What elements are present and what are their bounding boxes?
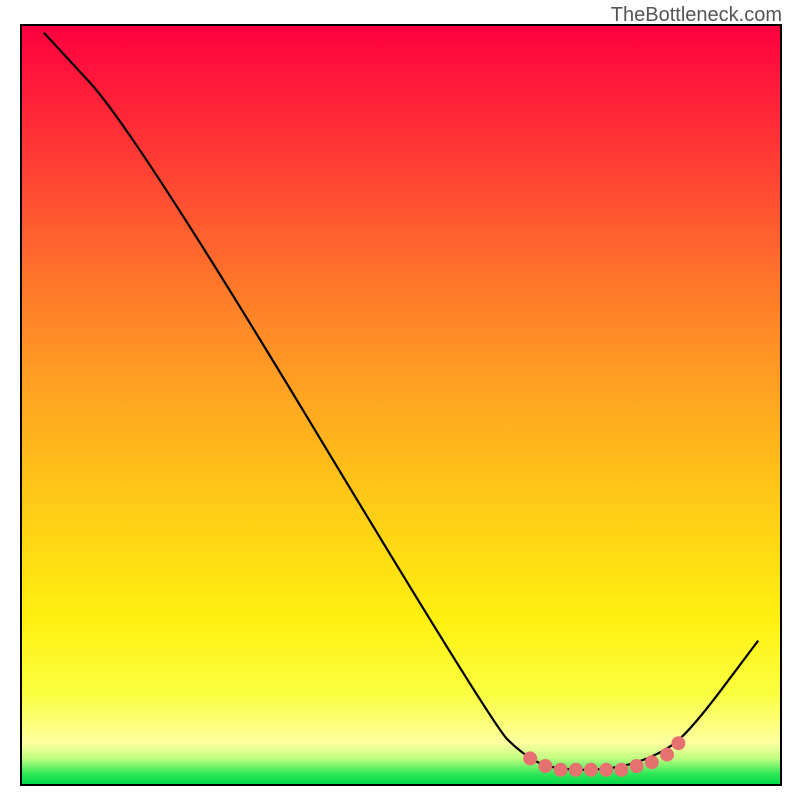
optimal-range-marker bbox=[645, 755, 659, 769]
chart-container: TheBottleneck.com bbox=[0, 0, 800, 800]
optimal-range-marker bbox=[569, 763, 583, 777]
optimal-range-marker bbox=[630, 759, 644, 773]
optimal-range-marker bbox=[554, 763, 568, 777]
optimal-range-marker bbox=[660, 748, 674, 762]
bottleneck-chart bbox=[0, 0, 800, 800]
optimal-range-marker bbox=[523, 751, 537, 765]
optimal-range-marker bbox=[599, 763, 613, 777]
optimal-range-marker bbox=[538, 759, 552, 773]
optimal-range-marker bbox=[584, 763, 598, 777]
optimal-range-marker bbox=[614, 763, 628, 777]
optimal-range-marker bbox=[671, 736, 685, 750]
attribution-text: TheBottleneck.com bbox=[611, 4, 782, 27]
